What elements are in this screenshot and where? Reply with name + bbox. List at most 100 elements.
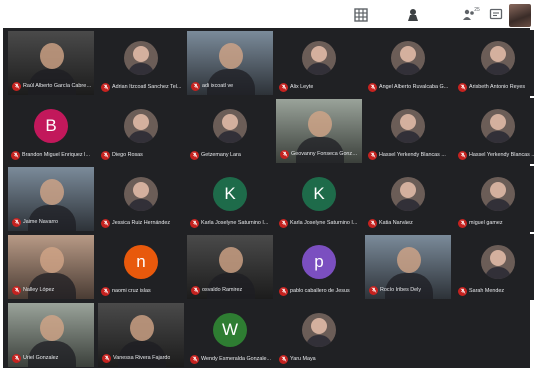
participant-name: Diego Rosas <box>112 152 143 158</box>
participant-name: Raúl Alberto García Cabrer... <box>23 83 92 89</box>
mic-off-icon <box>190 354 199 364</box>
participant-grid: Raúl Alberto García Cabrer... Adrian Itzc… <box>3 28 534 368</box>
mic-off-icon <box>458 150 467 160</box>
participant-name: Geovanny Fonseca Gonzalez <box>291 151 360 157</box>
mic-off-icon <box>458 286 467 296</box>
participant-avatar: B <box>34 109 68 143</box>
people-button[interactable]: 25 <box>458 5 486 25</box>
participant-avatar <box>391 41 425 75</box>
participant-name-row: Karla Joselyne Saturnino I... <box>190 218 272 228</box>
chat-icon[interactable] <box>485 5 507 25</box>
participant-tile[interactable]: Angel Alberto Ruvalcaba G... <box>364 30 452 96</box>
participant-name: Jaime Navarro <box>23 219 59 225</box>
mic-off-icon <box>280 149 289 159</box>
participant-avatar: K <box>302 177 336 211</box>
participant-avatar <box>481 177 515 211</box>
mic-off-icon <box>191 81 200 91</box>
participant-name-row: Katia Narváez <box>368 218 450 228</box>
participant-name-row: Angel Alberto Ruvalcaba G... <box>368 82 450 92</box>
self-view-thumbnail[interactable] <box>509 4 531 27</box>
participant-tile[interactable]: Getzemany Lara <box>186 98 274 164</box>
participant-name-row: Geovanny Fonseca Gonzalez <box>280 149 360 159</box>
participant-tile[interactable]: Jaime Navarro <box>7 166 95 232</box>
participant-name: naomi cruz islas <box>112 288 151 294</box>
participant-name: Vanessa Rivera Fajardo <box>113 355 171 361</box>
participant-tile[interactable]: Arisbeth Antonio Reyes <box>454 30 534 96</box>
participant-tile[interactable]: p pablo caballero de Jesus <box>275 234 363 300</box>
participant-name-row: Sarah Mendez <box>458 286 534 296</box>
participant-tile[interactable]: Geovanny Fonseca Gonzalez <box>275 98 363 164</box>
mic-off-icon <box>279 218 288 228</box>
participant-name-row: Adrian Itzcoatl Sanchez Tel... <box>101 82 183 92</box>
participant-name: Katia Narváez <box>379 220 413 226</box>
mic-off-icon <box>12 285 21 295</box>
participant-avatar <box>302 313 336 347</box>
participant-tile[interactable]: adi ixcoatl ve <box>186 30 274 96</box>
mic-off-icon <box>279 354 288 364</box>
participant-tile[interactable]: Nalley López <box>7 234 95 300</box>
participant-tile[interactable]: K Karla Joselyne Saturnino I... <box>275 166 363 232</box>
participant-tile[interactable]: Sarah Mendez <box>454 234 534 300</box>
participant-name: Hassel Yerkendy Blancas ... <box>379 152 446 158</box>
participant-tile[interactable]: Uriel Gonzalez <box>7 302 95 368</box>
participant-tile[interactable]: Katia Narváez <box>364 166 452 232</box>
participant-name-row: Jessica Ruiz Hernández <box>101 218 183 228</box>
participant-name-row: Uriel Gonzalez <box>12 353 92 363</box>
mic-off-icon <box>190 218 199 228</box>
participant-name-row: Vanessa Rivera Fajardo <box>102 353 182 363</box>
participant-name-row: Karla Joselyne Saturnino I... <box>279 218 361 228</box>
participant-tile[interactable]: W Wendy Esmeralda Gonzale... <box>186 302 274 368</box>
participant-name: Uriel Gonzalez <box>23 355 59 361</box>
participant-name: Karla Joselyne Saturnino I... <box>201 220 269 226</box>
mic-off-icon <box>369 285 378 295</box>
mic-off-icon <box>102 353 111 363</box>
participant-tile[interactable]: B Brandon Miguel Enriquez I... <box>7 98 95 164</box>
participant-tile[interactable]: Vanessa Rivera Fajardo <box>97 302 185 368</box>
participant-name: Brandon Miguel Enriquez I... <box>22 152 91 158</box>
participant-name: Angel Alberto Ruvalcaba G... <box>379 84 449 90</box>
participant-name: Getzemany Lara <box>201 152 241 158</box>
activities-icon[interactable] <box>402 5 424 25</box>
participant-name-row: Hassel Yerkendy Blancas ... <box>368 150 450 160</box>
participant-name-row: Hassel Yerkendy Blancas ... <box>458 150 534 160</box>
participant-name: Hassel Yerkendy Blancas ... <box>469 152 534 158</box>
participant-tile[interactable]: n naomi cruz islas <box>97 234 185 300</box>
participant-tile[interactable]: Hassel Yerkendy Blancas ... <box>454 98 534 164</box>
participant-avatar: n <box>124 245 158 279</box>
participant-tile[interactable]: Raúl Alberto García Cabrer... <box>7 30 95 96</box>
participant-name: adi ixcoatl ve <box>202 83 234 89</box>
participant-tile[interactable]: Adrian Itzcoatl Sanchez Tel... <box>97 30 185 96</box>
participant-avatar <box>213 109 247 143</box>
participant-name-row: Raúl Alberto García Cabrer... <box>12 81 92 91</box>
participant-avatar: K <box>213 177 247 211</box>
mic-off-icon <box>12 81 21 91</box>
participant-avatar <box>481 41 515 75</box>
participant-name-row: miguel gamez <box>458 218 534 228</box>
participant-tile[interactable]: Hassel Yerkendy Blancas ... <box>364 98 452 164</box>
participant-tile[interactable]: Jessica Ruiz Hernández <box>97 166 185 232</box>
people-count: 25 <box>474 7 480 13</box>
participant-name: Karla Joselyne Saturnino I... <box>290 220 358 226</box>
participant-avatar: W <box>213 313 247 347</box>
participant-tile[interactable]: K Karla Joselyne Saturnino I... <box>186 166 274 232</box>
participant-name: Jessica Ruiz Hernández <box>112 220 171 226</box>
mic-off-icon <box>12 353 21 363</box>
participant-name-row: Jaime Navarro <box>12 217 92 227</box>
participant-tile[interactable]: osvaldo Ramirez <box>186 234 274 300</box>
participant-tile[interactable]: Rocío Iribes Dely <box>364 234 452 300</box>
participant-tile[interactable]: Yaru Maya <box>275 302 363 368</box>
participant-name-row: osvaldo Ramirez <box>191 285 271 295</box>
mic-off-icon <box>101 218 110 228</box>
mic-off-icon <box>368 218 377 228</box>
participant-tile[interactable]: Diego Rosas <box>97 98 185 164</box>
participant-name: osvaldo Ramirez <box>202 287 243 293</box>
participant-name-row: Yaru Maya <box>279 354 361 364</box>
participant-avatar <box>391 109 425 143</box>
participant-name: Alix Leyte <box>290 84 314 90</box>
grid-view-icon[interactable] <box>350 5 372 25</box>
participant-tile[interactable]: Alix Leyte <box>275 30 363 96</box>
participant-avatar: p <box>302 245 336 279</box>
participant-tile[interactable]: miguel gamez <box>454 166 534 232</box>
participant-name: Rocío Iribes Dely <box>380 287 422 293</box>
mic-off-icon <box>458 218 467 228</box>
